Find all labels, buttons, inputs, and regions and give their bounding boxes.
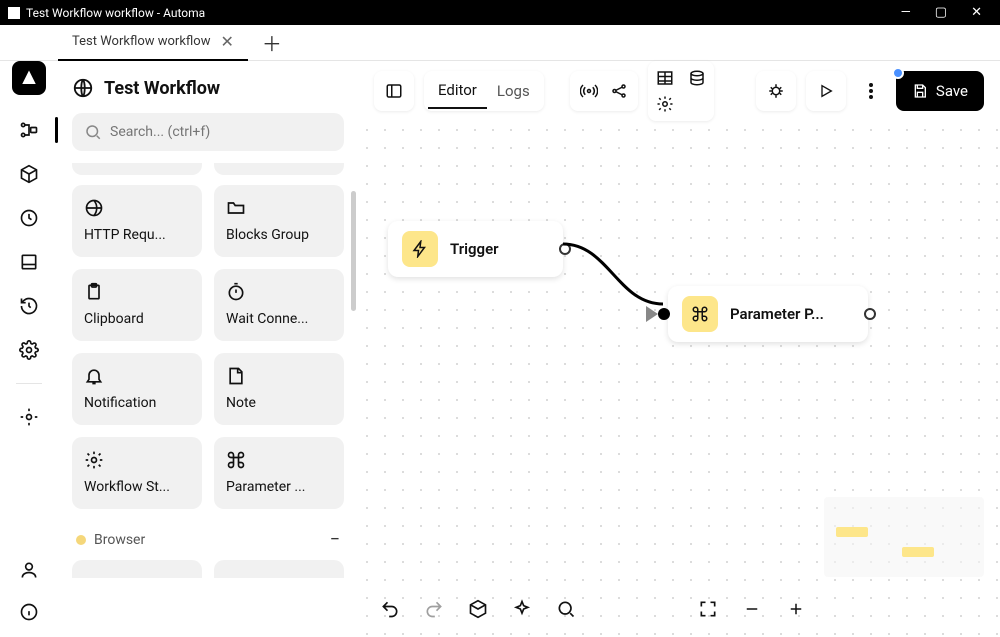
- category-label: Browser: [94, 532, 145, 548]
- block-workflow-state[interactable]: Workflow St...: [72, 437, 202, 509]
- node-input-port[interactable]: [658, 308, 670, 320]
- block-label: Parameter ...: [226, 479, 332, 495]
- rail-workflows-icon[interactable]: [18, 119, 40, 141]
- search-icon: [84, 123, 102, 141]
- block-blocks-group[interactable]: Blocks Group: [214, 185, 344, 257]
- window-title: Test Workflow workflow - Automa: [26, 6, 205, 20]
- node-parameter-prompt[interactable]: Parameter P...: [668, 286, 868, 342]
- edge: [558, 239, 678, 319]
- note-icon: [226, 365, 248, 387]
- block-label: Note: [226, 395, 332, 411]
- block-clipboard[interactable]: Clipboard: [72, 269, 202, 341]
- more-button[interactable]: [856, 71, 886, 111]
- tab-editor[interactable]: Editor: [428, 73, 487, 109]
- globe-icon: [72, 77, 94, 99]
- rail-settings-icon[interactable]: [18, 339, 40, 361]
- tab-logs[interactable]: Logs: [487, 74, 540, 108]
- rail-account-icon[interactable]: [18, 559, 40, 581]
- block-label: HTTP Requ...: [84, 227, 190, 243]
- search-button[interactable]: [550, 593, 582, 625]
- broadcast-icon[interactable]: [580, 82, 598, 100]
- redo-button[interactable]: [418, 593, 450, 625]
- rail-history-icon[interactable]: [18, 295, 40, 317]
- table-icon[interactable]: [654, 67, 676, 89]
- settings-icon[interactable]: [654, 93, 676, 115]
- canvas-area: Editor Logs: [358, 61, 1000, 637]
- window-close[interactable]: ✕: [971, 5, 982, 20]
- package-button[interactable]: [462, 593, 494, 625]
- block-parameter-prompt[interactable]: Parameter ...: [214, 437, 344, 509]
- block-label: Blocks Group: [226, 227, 332, 243]
- command-icon: [226, 449, 248, 471]
- save-button[interactable]: Save: [896, 71, 984, 111]
- minimap[interactable]: [824, 497, 984, 577]
- search-input[interactable]: [110, 124, 332, 140]
- unsaved-indicator-icon: [892, 67, 904, 79]
- tabbar: Test Workflow workflow ✕ ＋: [0, 25, 1000, 61]
- clipboard-icon: [84, 281, 106, 303]
- database-icon[interactable]: [686, 67, 708, 89]
- rail-locate-icon[interactable]: [18, 406, 40, 428]
- toggle-sidebar-button[interactable]: [374, 71, 414, 111]
- block-sidebar: Test Workflow HTTP Requ... Blocks Group …: [58, 61, 358, 637]
- run-button[interactable]: [806, 71, 846, 111]
- zoom-out-button[interactable]: [736, 593, 768, 625]
- category-browser[interactable]: Browser −: [72, 529, 344, 550]
- gear-icon: [84, 449, 106, 471]
- collapse-icon[interactable]: −: [330, 529, 340, 550]
- app-logo[interactable]: [12, 61, 46, 95]
- bolt-icon: [402, 231, 438, 267]
- block-grid: HTTP Requ... Blocks Group Clipboard Wait…: [72, 185, 344, 509]
- sidebar-scrollbar[interactable]: [351, 191, 356, 311]
- arrow-icon: [646, 306, 658, 322]
- rail-info-icon[interactable]: [18, 601, 40, 623]
- node-label: Trigger: [450, 240, 499, 258]
- node-trigger[interactable]: Trigger: [388, 221, 563, 277]
- save-icon: [912, 83, 928, 99]
- window-minimize[interactable]: —: [901, 5, 911, 20]
- block-label: Notification: [84, 395, 190, 411]
- view-options: [648, 61, 714, 121]
- tab-label: Test Workflow workflow: [72, 34, 211, 49]
- bell-icon: [84, 365, 106, 387]
- block-search[interactable]: [72, 113, 344, 151]
- block-label: Workflow St...: [84, 479, 190, 495]
- block-wait-connections[interactable]: Wait Conne...: [214, 269, 344, 341]
- tab-workflow[interactable]: Test Workflow workflow ✕: [58, 25, 248, 61]
- folder-icon: [226, 197, 248, 219]
- canvas-bottombar: [374, 593, 984, 625]
- workflow-canvas[interactable]: Trigger Parameter P...: [358, 121, 1000, 637]
- rail-schedule-icon[interactable]: [18, 207, 40, 229]
- zoom-in-button[interactable]: [780, 593, 812, 625]
- undo-button[interactable]: [374, 593, 406, 625]
- rail-storage-icon[interactable]: [18, 251, 40, 273]
- block-note[interactable]: Note: [214, 353, 344, 425]
- globe-icon: [84, 197, 106, 219]
- workflow-name: Test Workflow: [104, 78, 220, 99]
- node-output-port[interactable]: [864, 308, 876, 320]
- app-icon: [8, 7, 20, 19]
- command-icon: [682, 296, 718, 332]
- magic-button[interactable]: [506, 593, 538, 625]
- left-rail: [0, 61, 58, 637]
- block-notification[interactable]: Notification: [72, 353, 202, 425]
- editor-topbar: Editor Logs: [358, 61, 1000, 121]
- node-label: Parameter P...: [730, 305, 824, 323]
- window-maximize[interactable]: ▢: [935, 5, 947, 20]
- tab-add-button[interactable]: ＋: [262, 28, 282, 57]
- block-label: Clipboard: [84, 311, 190, 327]
- block-http-request[interactable]: HTTP Requ...: [72, 185, 202, 257]
- save-label: Save: [936, 82, 968, 100]
- block-label: Wait Conne...: [226, 311, 332, 327]
- debug-button[interactable]: [756, 71, 796, 111]
- timer-icon: [226, 281, 248, 303]
- share-icon[interactable]: [610, 82, 628, 100]
- window-titlebar: Test Workflow workflow - Automa — ▢ ✕: [0, 0, 1000, 25]
- category-dot-icon: [76, 535, 86, 545]
- fullscreen-button[interactable]: [692, 593, 724, 625]
- rail-package-icon[interactable]: [18, 163, 40, 185]
- node-output-port[interactable]: [559, 243, 571, 255]
- tab-close-icon[interactable]: ✕: [221, 32, 234, 51]
